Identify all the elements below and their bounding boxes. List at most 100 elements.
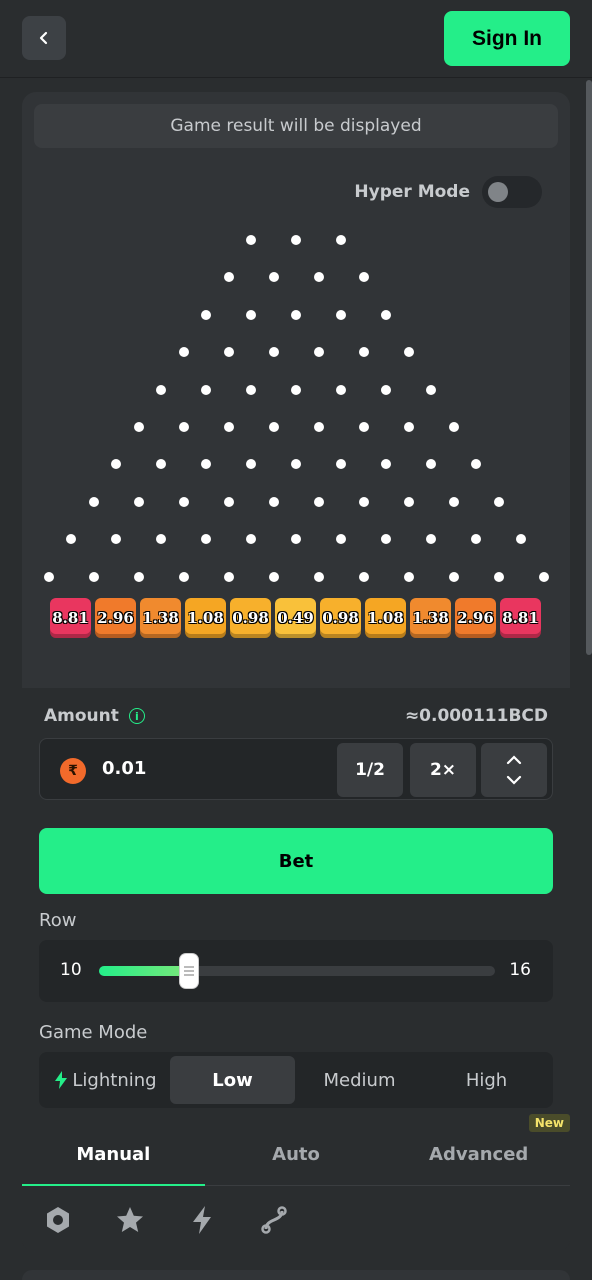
peg xyxy=(471,459,481,470)
amount-stepper-button[interactable] xyxy=(481,743,547,797)
back-button[interactable] xyxy=(22,16,66,60)
peg xyxy=(268,571,279,582)
tab-auto[interactable]: Auto xyxy=(205,1124,388,1185)
toggle-knob xyxy=(488,182,508,202)
info-icon[interactable]: i xyxy=(128,708,145,724)
peg xyxy=(88,571,99,582)
peg xyxy=(178,571,189,582)
peg xyxy=(246,459,256,470)
scrollbar[interactable] xyxy=(586,80,592,655)
peg xyxy=(426,534,436,545)
bet-controls: Amount i ≈0.000111BCD ₹ 0.01 1/2 2× Bet … xyxy=(22,688,570,1252)
peg xyxy=(178,496,189,507)
chevron-up-down-icon xyxy=(506,755,522,785)
multiplier-slot: 2.96 xyxy=(95,598,136,638)
peg xyxy=(201,459,211,470)
multiplier-slot: 1.08 xyxy=(185,598,226,638)
mode-medium[interactable]: Medium xyxy=(297,1056,422,1104)
peg xyxy=(223,422,234,432)
hyper-mode: Hyper Mode xyxy=(354,176,542,208)
row-max: 16 xyxy=(509,960,531,980)
peg xyxy=(358,496,369,507)
tab-manual[interactable]: Manual xyxy=(22,1124,205,1186)
peg xyxy=(448,422,459,432)
amount-label: Amount i xyxy=(44,706,145,726)
peg xyxy=(358,571,369,582)
peg xyxy=(516,534,526,545)
peg xyxy=(381,309,391,320)
peg xyxy=(493,496,504,507)
peg xyxy=(313,571,324,582)
peg xyxy=(426,459,436,470)
peg xyxy=(471,534,481,545)
tab-advanced[interactable]: Advanced New xyxy=(387,1114,570,1185)
peg xyxy=(291,309,301,320)
peg xyxy=(358,422,369,432)
peg xyxy=(66,534,76,545)
peg xyxy=(403,571,414,582)
peg xyxy=(43,571,54,582)
peg xyxy=(426,384,436,395)
peg xyxy=(336,459,346,470)
peg xyxy=(336,384,346,395)
sign-in-button[interactable]: Sign In xyxy=(444,11,570,66)
row-min: 10 xyxy=(60,960,82,980)
mode-lightning-label: Lightning xyxy=(72,1069,157,1091)
peg xyxy=(223,571,234,582)
peg xyxy=(201,384,211,395)
peg xyxy=(291,384,301,395)
amount-field[interactable]: ₹ 0.01 1/2 2× xyxy=(39,738,553,800)
multiplier-slot: 1.08 xyxy=(365,598,406,638)
peg xyxy=(156,384,166,395)
peg xyxy=(223,496,234,507)
hyper-mode-toggle[interactable] xyxy=(482,176,542,208)
route-curve-icon[interactable] xyxy=(258,1204,290,1236)
peg xyxy=(246,384,256,395)
peg xyxy=(246,235,256,245)
game-panel: Game result will be displayed Hyper Mode… xyxy=(22,92,570,1252)
peg xyxy=(156,459,166,470)
peg xyxy=(268,272,279,283)
next-panel-edge xyxy=(22,1270,570,1280)
peg xyxy=(133,571,144,582)
half-button[interactable]: 1/2 xyxy=(337,743,403,797)
row-slider-box: 10 16 xyxy=(39,940,553,1002)
peg xyxy=(381,534,391,545)
game-mode-selector: Lightning Low Medium High xyxy=(39,1052,553,1108)
multiplier-slot: 8.81 xyxy=(500,598,541,638)
mode-high[interactable]: High xyxy=(424,1056,549,1104)
bet-button[interactable]: Bet xyxy=(39,828,553,894)
peg xyxy=(358,272,369,283)
peg xyxy=(358,347,369,358)
chevron-left-icon xyxy=(39,31,48,45)
game-result-banner: Game result will be displayed xyxy=(34,104,558,148)
lightning-bolt-icon[interactable] xyxy=(186,1204,218,1236)
peg xyxy=(448,496,459,507)
game-mode-label: Game Mode xyxy=(39,1022,148,1043)
peg xyxy=(381,459,391,470)
peg xyxy=(313,422,324,432)
row-slider-thumb[interactable] xyxy=(180,954,198,988)
star-icon[interactable] xyxy=(114,1204,146,1236)
amount-input[interactable]: 0.01 xyxy=(102,758,146,779)
peg xyxy=(268,422,279,432)
tab-advanced-label: Advanced xyxy=(429,1144,529,1165)
mode-low[interactable]: Low xyxy=(170,1056,295,1104)
multiplier-slot: 0.49 xyxy=(275,598,316,638)
peg xyxy=(88,496,99,507)
peg xyxy=(111,534,121,545)
peg xyxy=(538,571,549,582)
row-slider-fill xyxy=(99,966,189,976)
fairness-hexagon-icon[interactable] xyxy=(42,1204,74,1236)
peg xyxy=(268,496,279,507)
peg xyxy=(133,496,144,507)
peg xyxy=(336,309,346,320)
hyper-mode-label: Hyper Mode xyxy=(354,182,470,202)
peg xyxy=(291,459,301,470)
double-button[interactable]: 2× xyxy=(410,743,476,797)
peg xyxy=(313,272,324,283)
multiplier-slots: 8.81 2.96 1.38 1.08 0.98 0.49 0.98 1.08 1.38 2.96… xyxy=(50,598,541,638)
mode-lightning[interactable]: Lightning xyxy=(43,1056,168,1104)
row-slider-track[interactable] xyxy=(99,954,495,988)
bet-tabs: Manual Auto Advanced New xyxy=(22,1114,570,1186)
